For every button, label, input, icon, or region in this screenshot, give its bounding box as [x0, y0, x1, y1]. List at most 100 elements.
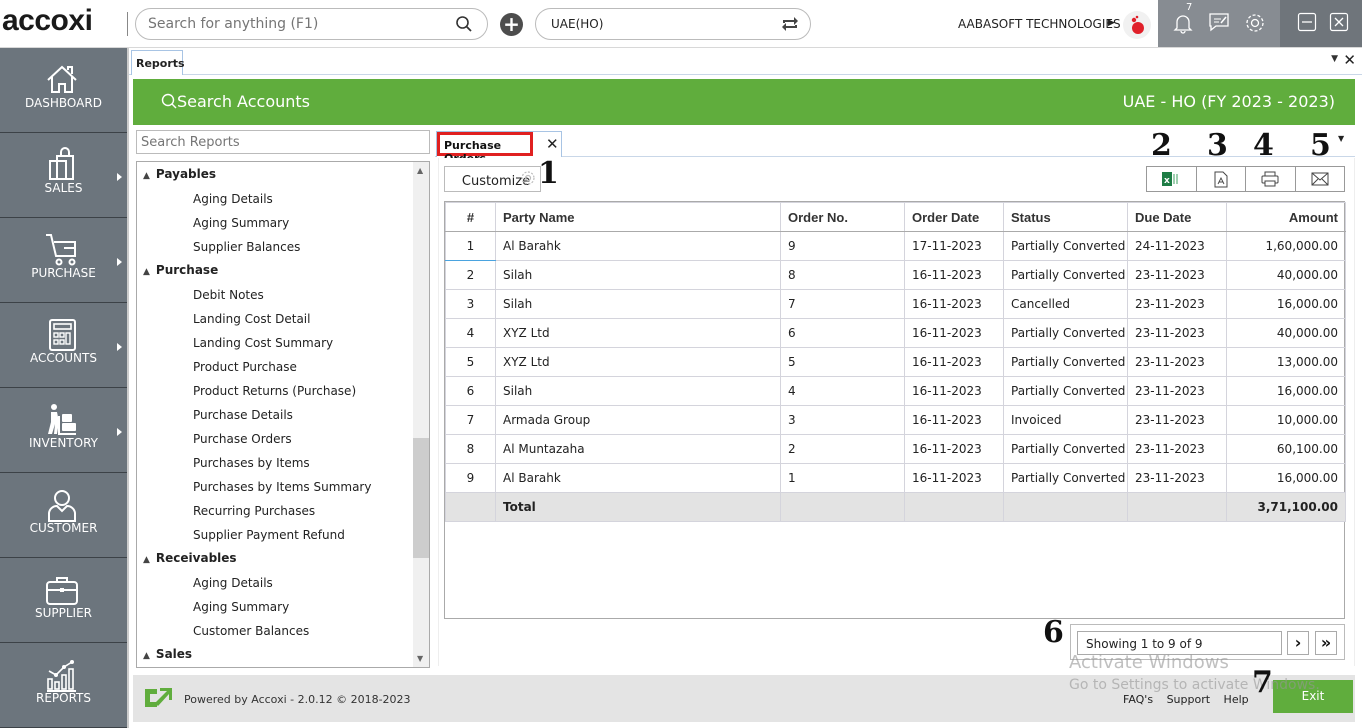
organization-name[interactable]: AABASOFT TECHNOLOGIES [958, 17, 1121, 31]
close-window-icon[interactable] [1329, 12, 1349, 36]
report-group-payables[interactable]: ▲ Payables [143, 163, 216, 187]
settings-gear-icon[interactable] [1244, 12, 1266, 38]
collapse-caret-icon[interactable]: ▲ [143, 645, 150, 667]
table-row[interactable]: 7 Armada Group 3 16-11-2023 Invoiced 23-11-20… [445, 405, 1346, 435]
table-row[interactable]: 2 Silah 8 16-11-2023 Partially Converted 23-1… [445, 260, 1346, 290]
report-list-item[interactable]: Aging Details [193, 572, 273, 596]
table-row[interactable]: 1 Al Barahk 9 17-11-2023 Partially Converted… [445, 231, 1346, 261]
cell-status: Partially Converted [1003, 318, 1128, 348]
table-total-row: Total 3,71,100.00 [445, 492, 1346, 522]
search-accounts-button[interactable]: Search Accounts [161, 92, 310, 111]
report-list-item[interactable]: Aging Details [193, 188, 273, 212]
sidebar-item-supplier[interactable]: SUPPLIER [0, 558, 127, 643]
cell-party-name: Silah [495, 376, 781, 406]
report-list-item[interactable]: Debit Notes [193, 284, 264, 308]
column-header-order-date[interactable]: Order Date [904, 202, 1004, 232]
collapse-caret-icon[interactable]: ▲ [143, 261, 150, 283]
report-list-item[interactable]: Purchases by Items Summary [193, 476, 371, 500]
caret-right-icon[interactable]: ▶ [1108, 18, 1115, 28]
column-header-order-no[interactable]: Order No. [780, 202, 905, 232]
report-list-item[interactable]: Landing Cost Detail [193, 308, 310, 332]
collapse-caret-icon[interactable]: ▲ [143, 549, 150, 571]
customize-button[interactable]: Customize [444, 166, 541, 192]
gear-icon [520, 170, 536, 190]
column-header-party-name[interactable]: Party Name [495, 202, 781, 232]
column-header-status[interactable]: Status [1003, 202, 1128, 232]
search-icon[interactable] [455, 15, 473, 37]
table-row[interactable]: 4 XYZ Ltd 6 16-11-2023 Partially Converted 23… [445, 318, 1346, 348]
cell-amount: 1,60,000.00 [1226, 231, 1346, 261]
report-group-receivables[interactable]: ▲ Receivables [143, 547, 237, 571]
column-header-amount[interactable]: Amount [1226, 202, 1346, 232]
report-list-item[interactable]: Purchases by Items [193, 452, 310, 476]
sidebar-item-customer[interactable]: CUSTOMER [0, 473, 127, 558]
close-report-tab-icon[interactable]: ✕ [546, 135, 559, 153]
report-list-item[interactable]: Product Returns (Purchase) [193, 380, 356, 404]
export-excel-button[interactable]: x [1147, 167, 1197, 191]
table-row[interactable]: 3 Silah 7 16-11-2023 Cancelled 23-11-2023 16,0… [445, 289, 1346, 319]
scrollbar-thumb[interactable] [413, 438, 429, 558]
tab-purchase-orders-label[interactable]: Purchase Orders [437, 132, 533, 165]
feedback-icon[interactable] [1208, 12, 1230, 36]
report-list-item[interactable]: Aging Summary [193, 596, 289, 620]
tab-list-dropdown-icon[interactable]: ▼ [1331, 54, 1338, 64]
print-icon [1261, 171, 1279, 187]
sidebar-item-inventory[interactable]: INVENTORY [0, 388, 127, 473]
report-list-item[interactable]: Landing Cost Summary [193, 332, 333, 356]
email-button[interactable] [1296, 167, 1345, 191]
report-list-item[interactable]: Purchase Orders [193, 428, 292, 452]
minimize-icon[interactable] [1297, 12, 1317, 36]
sidebar-item-reports[interactable]: REPORTS [0, 643, 127, 728]
submenu-arrow-icon [117, 258, 122, 266]
report-list-item[interactable]: Purchase Details [193, 404, 293, 428]
close-tab-icon[interactable]: ✕ [1343, 51, 1356, 69]
faq-link[interactable]: FAQ's [1123, 693, 1153, 706]
bell-icon[interactable] [1173, 12, 1193, 38]
add-new-button[interactable]: + [500, 13, 523, 36]
support-link[interactable]: Support [1167, 693, 1210, 706]
report-list-item[interactable]: Customer Balances [193, 620, 309, 644]
table-row[interactable]: 5 XYZ Ltd 5 16-11-2023 Partially Converted 23… [445, 347, 1346, 377]
total-empty-cell [1127, 492, 1227, 522]
switch-company-icon[interactable] [780, 15, 800, 37]
sidebar-item-purchase[interactable]: PURCHASE [0, 218, 127, 303]
table-row[interactable]: 8 Al Muntazaha 2 16-11-2023 Partially Conver… [445, 434, 1346, 464]
collapse-caret-icon[interactable]: ▲ [143, 165, 150, 187]
next-page-button[interactable]: › [1287, 631, 1309, 655]
report-search-input[interactable] [141, 135, 421, 150]
table-row[interactable]: 9 Al Barahk 1 16-11-2023 Partially Converted… [445, 463, 1346, 493]
report-list-item[interactable]: Supplier Balances [193, 236, 300, 260]
column-header-due-date[interactable]: Due Date [1127, 202, 1227, 232]
report-list-item[interactable]: Product Purchase [193, 356, 297, 380]
global-search[interactable] [135, 8, 488, 40]
sidebar-item-dashboard[interactable]: DASHBOARD [0, 48, 127, 133]
export-pdf-button[interactable] [1197, 167, 1246, 191]
cell-party-name: XYZ Ltd [495, 347, 781, 377]
report-list-item[interactable]: Aging Summary [193, 212, 289, 236]
organization-avatar[interactable] [1123, 11, 1151, 39]
tab-purchase-orders[interactable]: Purchase Orders ✕ [436, 131, 562, 165]
help-link[interactable]: Help [1224, 693, 1249, 706]
last-page-button[interactable]: » [1315, 631, 1337, 655]
print-button[interactable] [1246, 167, 1296, 191]
sidebar-item-sales[interactable]: SALES [0, 133, 127, 218]
table-row[interactable]: 6 Silah 4 16-11-2023 Partially Converted 23-1… [445, 376, 1346, 406]
report-list-scrollbar[interactable]: ▲ ▼ [413, 162, 429, 667]
report-search[interactable] [136, 130, 430, 154]
report-group-sales[interactable]: ▲ Sales [143, 643, 192, 667]
column-header-number[interactable]: # [445, 202, 496, 232]
report-list-item[interactable]: Supplier Payment Refund [193, 524, 345, 548]
callout-4: 4 [1253, 128, 1274, 163]
scroll-up-icon[interactable]: ▲ [417, 166, 423, 175]
export-dropdown-icon[interactable]: ▼ [1338, 134, 1344, 143]
global-search-input[interactable] [148, 16, 448, 32]
sidebar-item-accounts[interactable]: ACCOUNTS [0, 303, 127, 388]
report-list-item[interactable]: Recurring Purchases [193, 500, 315, 524]
scroll-down-icon[interactable]: ▼ [417, 654, 423, 663]
sidebar-divider [127, 48, 129, 728]
chart-icon [44, 657, 80, 693]
report-group-purchase[interactable]: ▲ Purchase [143, 259, 218, 283]
company-selector[interactable]: UAE(HO) [535, 8, 811, 40]
tab-reports[interactable]: Reports [131, 50, 185, 75]
cell-party-name: Al Barahk [495, 463, 781, 493]
